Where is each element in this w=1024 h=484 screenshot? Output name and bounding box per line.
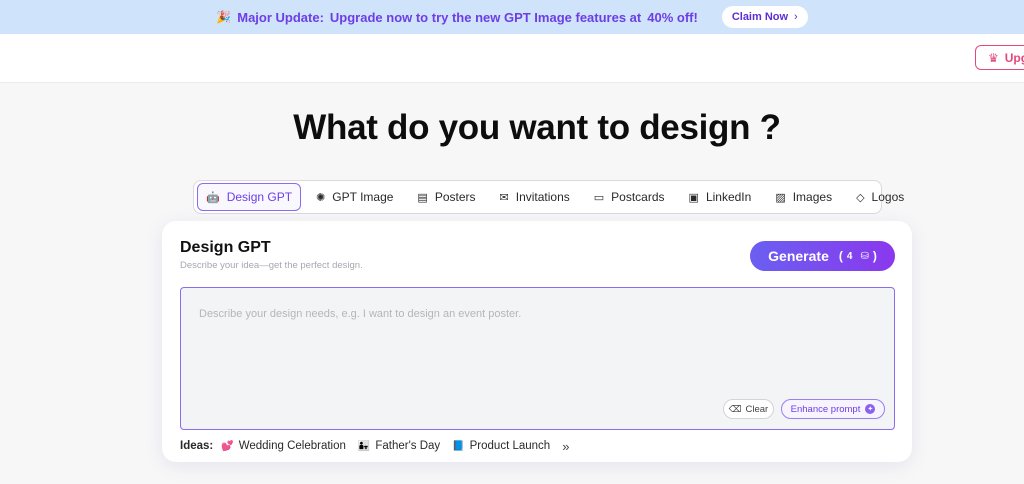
tab-label: Postcards bbox=[611, 190, 665, 204]
tab-label: Images bbox=[792, 190, 833, 204]
tab-images[interactable]: ▨ Images bbox=[766, 183, 841, 211]
tab-label: Logos bbox=[871, 190, 905, 204]
card-subtitle: Describe your idea—get the perfect desig… bbox=[180, 260, 363, 271]
image-icon: ▨ bbox=[775, 191, 786, 204]
tab-gpt-image[interactable]: ✺ GPT Image bbox=[307, 183, 402, 211]
tab-logos[interactable]: ◇ Logos bbox=[847, 183, 913, 211]
eraser-icon: ⌫ bbox=[728, 403, 742, 414]
enhance-prompt-button[interactable]: Enhance prompt ✦ bbox=[781, 399, 885, 419]
idea-label: Wedding Celebration bbox=[238, 440, 346, 452]
father-child-icon: 👨‍👧 bbox=[357, 440, 371, 452]
tab-label: LinkedIn bbox=[705, 190, 752, 204]
idea-fathers-day[interactable]: 👨‍👧 Father's Day bbox=[358, 440, 440, 452]
postcard-icon: ▭ bbox=[593, 191, 605, 204]
credit-value: 4 bbox=[846, 250, 853, 262]
tab-label: Posters bbox=[434, 190, 476, 204]
more-ideas-chevron-icon[interactable]: » bbox=[562, 439, 569, 454]
banner-prefix: Major Update: bbox=[237, 9, 324, 25]
party-popper-icon: 🎉 bbox=[216, 10, 232, 24]
prompt-placeholder: Describe your design needs, e.g. I want … bbox=[199, 308, 522, 320]
hearts-icon: 💕 bbox=[221, 440, 234, 452]
coin-stack-icon: ⛁ bbox=[860, 250, 869, 262]
banner-discount: 40% off! bbox=[647, 9, 698, 25]
diamond-icon: ◇ bbox=[856, 191, 865, 204]
claim-now-button[interactable]: Claim Now › bbox=[721, 6, 808, 28]
generate-button[interactable]: Generate (4 ⛁) bbox=[750, 241, 895, 271]
ideas-label: Ideas: bbox=[180, 440, 214, 452]
enhance-label: Enhance prompt bbox=[790, 403, 861, 415]
tab-label: Invitations bbox=[515, 190, 570, 204]
generate-label: Generate bbox=[768, 248, 829, 264]
claim-now-label: Claim Now bbox=[731, 11, 789, 23]
sparkle-icon: ✦ bbox=[865, 404, 876, 414]
prompt-textarea[interactable]: Describe your design needs, e.g. I want … bbox=[180, 287, 895, 430]
design-type-tabs: 🤖 Design GPT ✺ GPT Image ▤ Posters ✉ Inv… bbox=[193, 180, 904, 214]
clear-label: Clear bbox=[745, 403, 769, 415]
tab-design-gpt[interactable]: 🤖 Design GPT bbox=[197, 183, 302, 211]
openai-icon: ✺ bbox=[316, 191, 326, 204]
card-title: Design GPT bbox=[180, 239, 271, 256]
tab-linkedin[interactable]: ▣ LinkedIn bbox=[680, 183, 761, 211]
banner-message: Upgrade now to try the new GPT Image fea… bbox=[329, 9, 642, 25]
top-header: ♛ Upg bbox=[0, 34, 1024, 83]
idea-wedding-celebration[interactable]: 💕 Wedding Celebration bbox=[221, 440, 346, 452]
idea-label: Father's Day bbox=[375, 440, 441, 452]
upgrade-label: Upg bbox=[1004, 50, 1024, 65]
crown-icon: ♛ bbox=[988, 50, 999, 65]
tab-label: Design GPT bbox=[226, 190, 293, 204]
idea-label: Product Launch bbox=[469, 440, 551, 452]
invitation-icon: ✉ bbox=[499, 191, 509, 204]
page-title: What do you want to design ? bbox=[293, 108, 781, 147]
idea-product-launch[interactable]: 📘 Product Launch bbox=[452, 440, 550, 452]
tab-label: GPT Image bbox=[332, 190, 394, 204]
chevron-right-icon: › bbox=[794, 11, 798, 23]
linkedin-icon: ▣ bbox=[688, 191, 699, 204]
tab-invitations[interactable]: ✉ Invitations bbox=[491, 183, 579, 211]
tab-posters[interactable]: ▤ Posters bbox=[408, 183, 484, 211]
ideas-row: Ideas: 💕 Wedding Celebration 👨‍👧 Father'… bbox=[180, 438, 569, 454]
robot-icon: 🤖 bbox=[206, 191, 220, 204]
book-icon: 📘 bbox=[452, 440, 465, 452]
design-gpt-card: Design GPT Describe your idea—get the pe… bbox=[162, 221, 912, 462]
credit-cost: (4 ⛁) bbox=[838, 249, 877, 263]
upgrade-button[interactable]: ♛ Upg bbox=[975, 45, 1024, 70]
promo-banner: 🎉 Major Update: Upgrade now to try the n… bbox=[0, 0, 1024, 34]
tab-postcards[interactable]: ▭ Postcards bbox=[585, 183, 674, 211]
clear-button[interactable]: ⌫ Clear bbox=[723, 399, 774, 419]
poster-icon: ▤ bbox=[417, 191, 428, 204]
